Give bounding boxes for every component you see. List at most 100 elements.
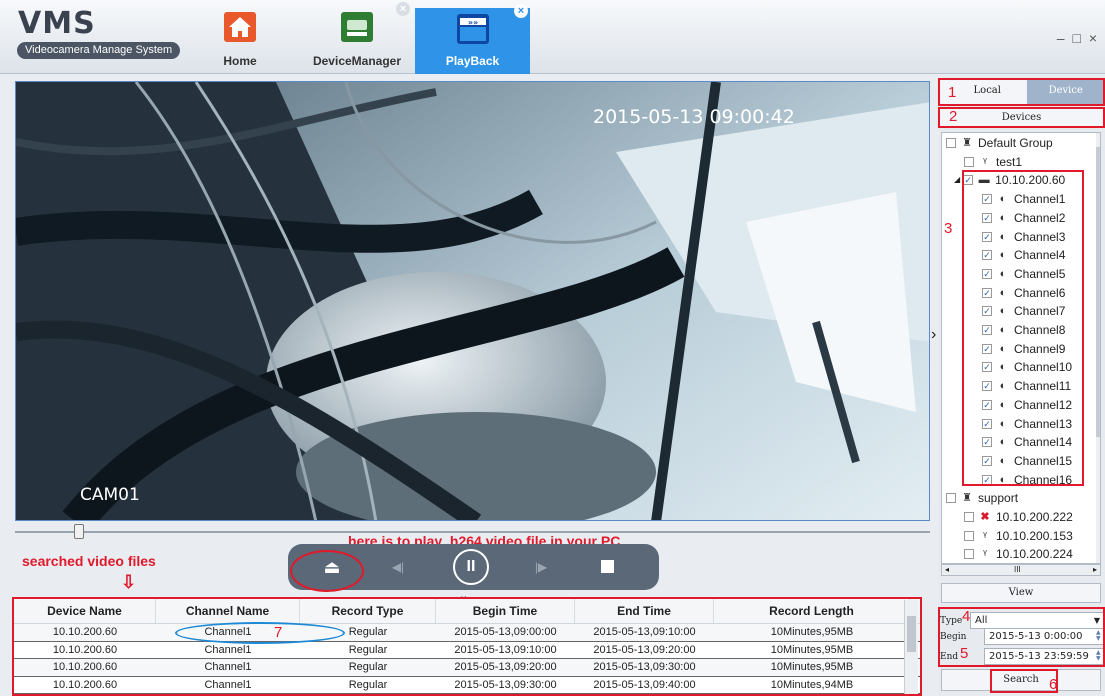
tree-checkbox[interactable]: ✓ [982, 362, 992, 373]
tab-device[interactable]: Device [1026, 78, 1105, 104]
tree-scrollbar[interactable] [1096, 133, 1100, 563]
tree-checkbox[interactable]: ✓ [982, 212, 992, 223]
table-scrollbar-thumb[interactable] [907, 616, 916, 652]
tree-checkbox[interactable]: ✓ [982, 250, 992, 261]
channel-icon: ◐ [999, 380, 1007, 393]
tree-checkbox[interactable]: ✓ [963, 175, 974, 186]
tree-item[interactable]: ♜ support [946, 489, 1018, 507]
tree-item[interactable]: ✓ ◐ Channel11 [982, 377, 1071, 395]
tree-checkbox[interactable]: ✓ [982, 381, 992, 392]
scroll-right-icon[interactable]: ▸ [1093, 565, 1097, 574]
tree-checkbox[interactable]: ✓ [982, 231, 992, 242]
table-scrollbar[interactable] [904, 600, 918, 694]
tree-item[interactable]: ✓ ◐ Channel10 [982, 358, 1072, 376]
cell-end-time: 2015-05-13,09:30:00 [593, 661, 696, 673]
tree-checkbox[interactable] [964, 549, 974, 560]
tree-checkbox[interactable]: ✓ [982, 418, 992, 429]
tree-item[interactable]: ✓ ◐ Channel7 [982, 302, 1065, 320]
next-frame-button[interactable]: |▶ [531, 557, 551, 577]
cell-device-name: 10.10.200.60 [52, 678, 118, 691]
tree-checkbox[interactable]: ✓ [982, 287, 992, 298]
tree-item[interactable]: ✓ ◐ Channel12 [982, 396, 1072, 414]
tree-item[interactable]: ✓ ◐ Channel16 [982, 471, 1072, 489]
tree-checkbox[interactable]: ✓ [982, 474, 992, 485]
spinner-icon[interactable]: ▲ ▼ [1096, 650, 1104, 663]
tree-item[interactable]: ✓ ◐ Channel6 [982, 284, 1065, 302]
tree-item[interactable]: ✖ 10.10.200.222 [964, 508, 1073, 526]
scroll-left-icon[interactable]: ◂ [945, 565, 949, 574]
tree-checkbox[interactable]: ✓ [982, 194, 992, 205]
previous-frame-button[interactable]: ◀| [388, 557, 408, 577]
tree-item[interactable]: ✓ ◐ Channel14 [982, 433, 1072, 451]
tree-item[interactable]: ♜ Default Group [946, 134, 1053, 152]
column-header-end-time[interactable]: End Time [575, 599, 714, 623]
tree-item[interactable]: ✓ ◐ Channel4 [982, 246, 1065, 264]
offline-device-icon: ✖ [980, 511, 990, 523]
tree-checkbox[interactable] [946, 493, 956, 504]
window-controls[interactable]: – □ × [1057, 30, 1099, 46]
tree-item[interactable]: ✓ ◐ Channel5 [982, 265, 1065, 283]
cell-record-length: 10Minutes,95MB [770, 626, 854, 638]
tree-item-label: Channel5 [1014, 266, 1066, 281]
pause-button[interactable]: II [453, 549, 489, 585]
tree-checkbox[interactable] [946, 138, 956, 148]
end-datetime-input[interactable]: 2015-5-13 23:59:59 ▲ ▼ [984, 648, 1105, 665]
expand-triangle-icon[interactable]: ◢ [954, 171, 960, 189]
chevron-right-icon[interactable]: › [931, 326, 936, 344]
tree-checkbox[interactable] [964, 512, 974, 522]
tab-device-manager[interactable]: × DeviceManager [302, 2, 412, 74]
tree-horizontal-scrollbar[interactable]: ◂ III ▸ [941, 564, 1101, 576]
playback-progress-handle[interactable] [74, 524, 85, 539]
tree-checkbox[interactable] [964, 530, 974, 541]
channel-icon: ◐ [999, 211, 1007, 224]
begin-datetime-input[interactable]: 2015-5-13 0:00:00 ▲ ▼ [984, 628, 1105, 645]
video-player[interactable]: 2015-05-13 09:00:42 CAM01 [15, 81, 930, 521]
tree-item[interactable]: ◢ ✓ ▬ 10.10.200.60 [954, 171, 1065, 189]
device-icon: ᵞ [983, 155, 987, 168]
close-icon[interactable]: × [514, 4, 528, 18]
type-select[interactable]: All ▼ [970, 612, 1104, 629]
tree-item[interactable]: ✓ ◐ Channel2 [982, 209, 1065, 227]
spinner-icon[interactable]: ▲ ▼ [1096, 630, 1104, 643]
tree-item[interactable]: ✓ ◐ Channel15 [982, 452, 1072, 470]
annotation-channel-ellipse [175, 622, 345, 644]
tree-item[interactable]: ᵞ 10.10.200.153 [964, 527, 1073, 545]
tab-home[interactable]: Home [210, 6, 270, 74]
tree-item[interactable]: ᵞ 10.10.200.224 [964, 545, 1073, 563]
tree-item[interactable]: ✓ ◐ Channel3 [982, 228, 1065, 246]
table-row[interactable]: 10.10.200.60 Channel1 Regular 2015-05-13… [14, 659, 920, 677]
search-button[interactable]: Search [941, 669, 1101, 691]
cell-begin-time: 2015-05-13,09:30:00 [454, 678, 557, 691]
table-row[interactable]: 10.10.200.60 Channel1 Regular 2015-05-13… [14, 677, 920, 694]
tree-checkbox[interactable]: ✓ [982, 343, 992, 354]
type-label: Type [940, 616, 963, 626]
tree-checkbox[interactable]: ✓ [982, 268, 992, 279]
close-icon[interactable]: × [396, 2, 410, 16]
tree-checkbox[interactable]: ✓ [982, 306, 992, 317]
tree-item[interactable]: ᵞ test1 [964, 153, 1022, 171]
tree-checkbox[interactable]: ✓ [982, 455, 992, 466]
column-header-device-name[interactable]: Device Name [14, 599, 156, 623]
column-header-record-type[interactable]: Record Type [300, 599, 436, 623]
tree-item[interactable]: ✓ ◐ Channel13 [982, 415, 1072, 433]
tree-item-label: test1 [996, 154, 1023, 169]
table-row[interactable]: 10.10.200.60 Channel1 Regular 2015-05-13… [14, 624, 920, 642]
tab-playback[interactable]: »» × PlayBack [415, 4, 530, 74]
tree-item[interactable]: ✓ ◐ Channel1 [982, 190, 1065, 208]
view-button[interactable]: View [941, 583, 1101, 603]
annotation-number-7: 7 [274, 624, 283, 641]
column-header-record-length[interactable]: Record Length [714, 599, 910, 623]
tree-item[interactable]: ✓ ◐ Channel8 [982, 321, 1065, 339]
tree-checkbox[interactable]: ✓ [982, 325, 992, 335]
dropdown-arrow-icon[interactable]: ▼ [1094, 613, 1100, 628]
stop-button[interactable] [601, 560, 614, 573]
table-row[interactable]: 10.10.200.60 Channel1 Regular 2015-05-13… [14, 642, 920, 659]
tree-checkbox[interactable]: ✓ [982, 437, 992, 448]
device-tree[interactable]: ♜ Default Group ᵞ test1 ◢ ✓ ▬ 10.10.200.60 ✓ ◐ Cha… [941, 132, 1101, 564]
tree-item[interactable]: ✓ ◐ Channel9 [982, 340, 1065, 358]
column-header-begin-time[interactable]: Begin Time [436, 599, 575, 623]
column-header-channel-name[interactable]: Channel Name [156, 599, 300, 623]
tree-checkbox[interactable] [964, 156, 974, 167]
tree-scrollbar-thumb[interactable] [1096, 147, 1100, 437]
tree-checkbox[interactable]: ✓ [982, 399, 992, 410]
